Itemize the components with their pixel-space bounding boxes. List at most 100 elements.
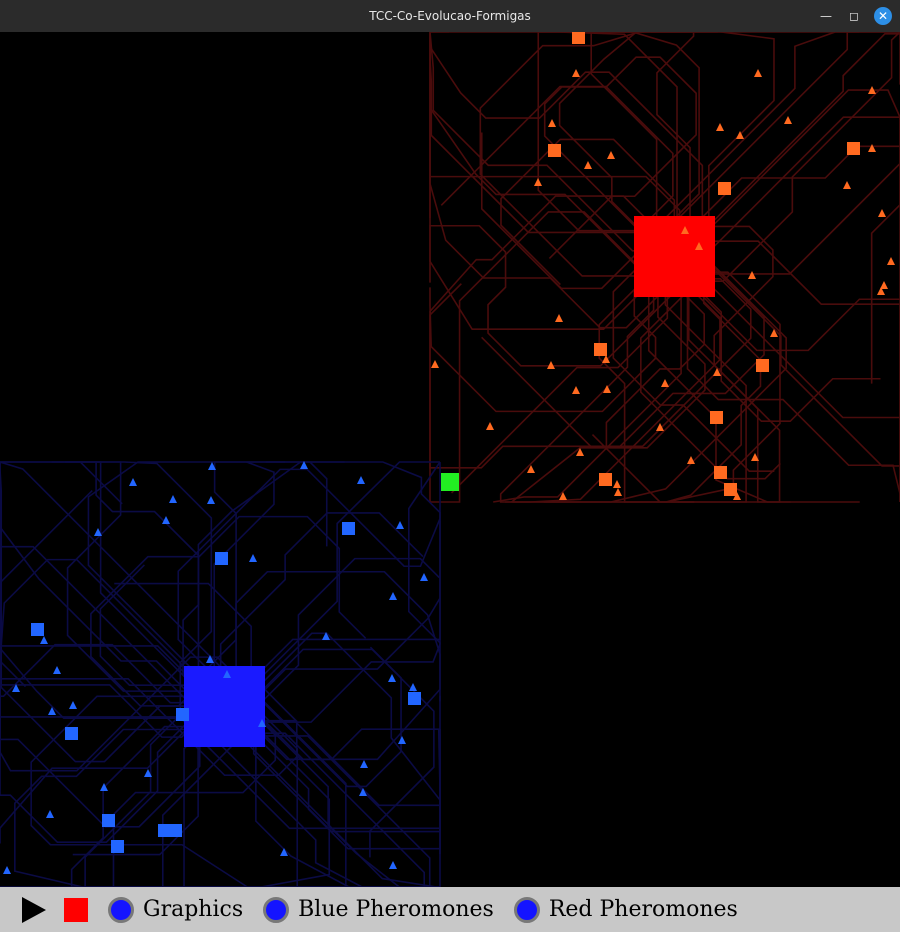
ant-marker	[843, 181, 851, 189]
ant-marker	[555, 314, 563, 322]
soldier-ant-marker	[714, 466, 727, 479]
pheromone-trail	[430, 211, 653, 503]
red-pheromones-toggle[interactable]: Red Pheromones	[513, 896, 738, 923]
pheromone-trail	[664, 32, 900, 232]
ant-marker	[249, 554, 257, 562]
control-toolbar: Graphics Blue Pheromones Red Pheromones	[0, 887, 900, 932]
ant-marker	[584, 161, 592, 169]
ant-marker	[69, 701, 77, 709]
soldier-ant-marker	[756, 359, 769, 372]
ant-marker	[53, 666, 61, 674]
ant-marker	[46, 810, 54, 818]
soldier-ant-marker	[342, 522, 355, 535]
soldier-ant-marker	[102, 814, 115, 827]
ant-marker	[614, 488, 622, 496]
soldier-ant-marker	[847, 142, 860, 155]
graphics-radio-icon[interactable]	[108, 896, 134, 923]
soldier-ant-marker	[724, 483, 737, 496]
maximize-icon[interactable]: ◻	[846, 8, 862, 24]
pheromone-trail	[138, 727, 239, 887]
ant-marker	[360, 760, 368, 768]
ant-marker	[572, 386, 580, 394]
soldier-ant-marker	[718, 182, 731, 195]
window-controls: — ◻ ✕	[818, 7, 892, 25]
pheromone-trail	[236, 692, 441, 855]
blue-pheromones-toggle[interactable]: Blue Pheromones	[263, 896, 494, 923]
ant-marker	[607, 151, 615, 159]
ant-marker	[398, 736, 406, 744]
red-pheromones-toggle-label: Red Pheromones	[548, 897, 738, 922]
ant-marker	[754, 69, 762, 77]
window-title: TCC-Co-Evolucao-Formigas	[369, 9, 531, 23]
ant-marker	[613, 480, 621, 488]
ant-marker	[603, 385, 611, 393]
red-nest	[634, 216, 715, 297]
graphics-toggle-label: Graphics	[143, 897, 244, 922]
graphics-toggle[interactable]: Graphics	[108, 896, 244, 923]
pheromone-trail	[429, 32, 651, 234]
soldier-ant-marker	[158, 824, 182, 837]
simulation-canvas[interactable]	[0, 32, 900, 887]
soldier-ant-marker	[572, 32, 585, 44]
ant-marker	[389, 592, 397, 600]
pheromone-trail	[0, 719, 201, 828]
ant-marker	[548, 119, 556, 127]
ant-marker	[129, 478, 137, 486]
pheromone-trail	[87, 461, 286, 700]
ant-marker	[602, 355, 610, 363]
pheromone-trail	[250, 688, 347, 887]
ant-marker	[431, 360, 439, 368]
minimize-icon[interactable]: —	[818, 8, 834, 24]
blue-pheromones-radio-icon[interactable]	[263, 896, 290, 923]
blue-pheromones-toggle-label: Blue Pheromones	[298, 897, 494, 922]
ant-marker	[572, 69, 580, 77]
ant-marker	[534, 178, 542, 186]
soldier-ant-marker	[65, 727, 78, 740]
soldier-ant-marker	[111, 840, 124, 853]
simulation-svg	[0, 32, 900, 887]
ant-marker	[388, 674, 396, 682]
soldier-ant-marker	[548, 144, 561, 157]
close-icon[interactable]: ✕	[874, 7, 892, 25]
ant-marker	[389, 861, 397, 869]
soldier-ant-marker	[710, 411, 723, 424]
soldier-ant-marker	[599, 473, 612, 486]
pheromone-trail	[0, 545, 215, 729]
red-pheromones-radio-icon[interactable]	[513, 896, 540, 923]
pheromone-trail	[429, 52, 654, 331]
soldier-ant-marker	[594, 343, 607, 356]
food-source	[441, 473, 459, 491]
play-button[interactable]	[22, 896, 46, 923]
pheromone-trail	[0, 695, 331, 887]
ant-marker	[40, 636, 48, 644]
pheromone-trail	[252, 709, 441, 833]
blue-nest	[184, 666, 265, 747]
pheromone-trail	[644, 32, 900, 240]
ant-marker	[748, 271, 756, 279]
ant-marker	[207, 496, 215, 504]
soldier-ant-marker	[31, 623, 44, 636]
ant-marker	[878, 209, 886, 217]
ant-marker	[661, 379, 669, 387]
ant-marker	[486, 422, 494, 430]
ant-marker	[868, 144, 876, 152]
ant-marker	[559, 492, 567, 500]
window-titlebar: TCC-Co-Evolucao-Formigas — ◻ ✕	[0, 0, 900, 32]
pheromone-trail	[479, 32, 652, 277]
soldier-ant-marker	[215, 552, 228, 565]
stop-button[interactable]	[64, 897, 88, 922]
ant-marker	[3, 866, 11, 874]
ant-marker	[357, 476, 365, 484]
ant-marker	[420, 573, 428, 581]
ant-marker	[396, 521, 404, 529]
ant-marker	[770, 329, 778, 337]
ant-marker	[169, 495, 177, 503]
red-colony	[431, 32, 895, 500]
ant-marker	[784, 116, 792, 124]
soldier-ant-marker	[176, 708, 189, 721]
soldier-ant-marker	[408, 692, 421, 705]
ant-marker	[716, 123, 724, 131]
food-layer	[441, 473, 459, 491]
pheromone-trail	[247, 461, 441, 723]
ant-marker	[887, 257, 895, 265]
